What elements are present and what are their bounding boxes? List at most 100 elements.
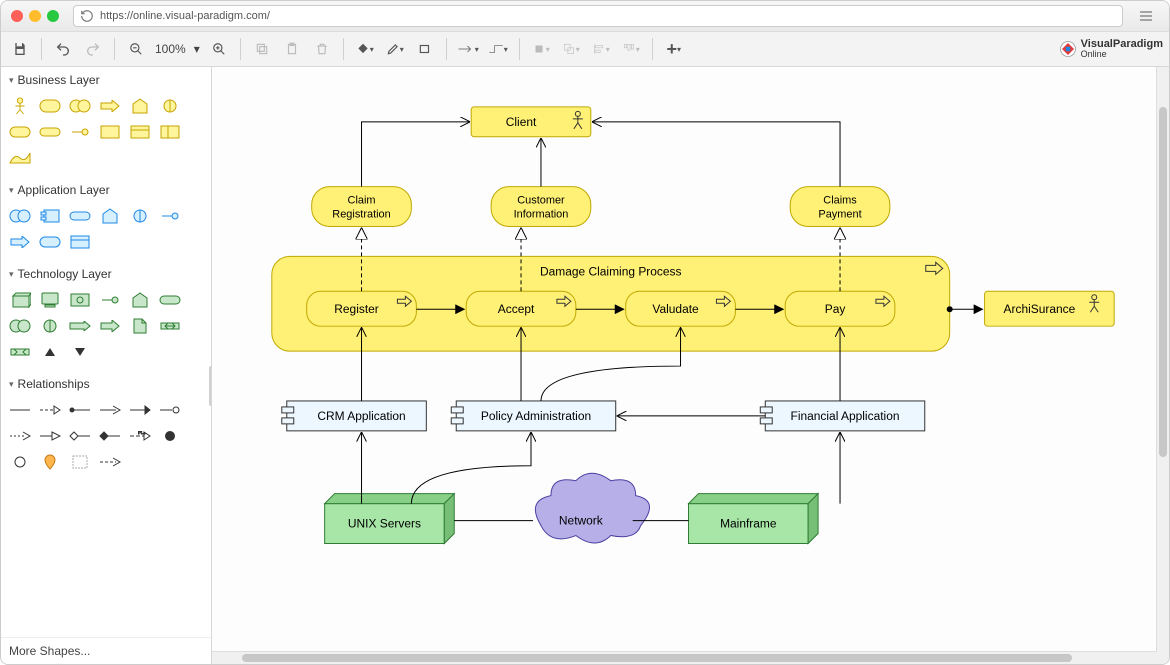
collab-shape[interactable] — [69, 97, 91, 115]
tech-service-shape[interactable] — [159, 291, 181, 309]
tech-collab-shape[interactable] — [9, 317, 31, 335]
distribute-button[interactable]: ▾ — [618, 36, 644, 62]
copy-button[interactable] — [249, 36, 275, 62]
menu-button[interactable] — [1133, 3, 1159, 29]
delete-button[interactable] — [309, 36, 335, 62]
close-window-button[interactable] — [11, 10, 23, 22]
paste-button[interactable] — [279, 36, 305, 62]
zoom-in-button[interactable] — [206, 36, 232, 62]
canvas-vscrollbar[interactable] — [1156, 67, 1169, 652]
rel-assign-shape[interactable] — [69, 401, 91, 419]
rel-flow-shape[interactable] — [9, 427, 31, 445]
tech-function-shape[interactable] — [129, 291, 151, 309]
fill-color-button[interactable]: ▾ — [352, 36, 378, 62]
sys-software-shape[interactable] — [69, 291, 91, 309]
tech-process-shape[interactable] — [69, 317, 91, 335]
pay-node[interactable]: Pay — [785, 291, 895, 326]
comm-shape[interactable] — [9, 343, 31, 361]
app-function-shape[interactable] — [99, 207, 121, 225]
claims-payment-node[interactable]: Claims Payment — [790, 187, 890, 227]
align-button[interactable]: ▾ — [588, 36, 614, 62]
function-shape[interactable] — [129, 97, 151, 115]
node-shape[interactable] — [9, 291, 31, 309]
artifact-shape[interactable] — [129, 317, 151, 335]
app-event-shape[interactable] — [159, 207, 181, 225]
scroll-thumb[interactable] — [242, 654, 1072, 662]
event-shape[interactable] — [69, 123, 91, 141]
app-component-shape[interactable] — [39, 207, 61, 225]
role-shape[interactable] — [39, 97, 61, 115]
financial-app-node[interactable]: Financial Application — [760, 401, 924, 431]
section-relationships[interactable]: ▾Relationships — [1, 371, 211, 397]
crm-application-node[interactable]: CRM Application — [282, 401, 427, 431]
interface-shape[interactable] — [159, 97, 181, 115]
section-application-layer[interactable]: ▾Application Layer — [1, 177, 211, 203]
validate-node[interactable]: Valudate — [626, 291, 736, 326]
minimize-window-button[interactable] — [29, 10, 41, 22]
rel-arrow-shape[interactable] — [99, 453, 121, 471]
line-color-button[interactable]: ▾ — [382, 36, 408, 62]
unix-servers-node[interactable]: UNIX Servers — [325, 494, 455, 544]
archisurance-node[interactable]: ArchiSurance — [985, 291, 1115, 326]
zoom-out-button[interactable] — [123, 36, 149, 62]
product-shape[interactable] — [99, 123, 121, 141]
edge[interactable] — [593, 122, 840, 187]
save-button[interactable] — [7, 36, 33, 62]
zoom-level[interactable]: 100% — [153, 42, 188, 56]
app-collab-shape[interactable] — [9, 207, 31, 225]
app-interface-shape[interactable] — [129, 207, 151, 225]
network-node[interactable]: Network — [535, 473, 649, 543]
rel-assoc-shape[interactable] — [9, 401, 31, 419]
zoom-dropdown[interactable]: ▾ — [192, 42, 202, 56]
rel-aggr-shape[interactable] — [99, 427, 121, 445]
connector-style-button[interactable]: ▾ — [455, 36, 481, 62]
mainframe-node[interactable]: Mainframe — [689, 494, 819, 544]
contract-shape[interactable] — [129, 123, 151, 141]
add-button[interactable]: +▾ — [661, 36, 687, 62]
tri-small-shape[interactable] — [39, 343, 61, 361]
device-shape[interactable] — [39, 291, 61, 309]
section-technology-layer[interactable]: ▾Technology Layer — [1, 261, 211, 287]
accept-node[interactable]: Accept — [466, 291, 576, 326]
rel-spec-shape[interactable] — [39, 427, 61, 445]
rel-used-shape[interactable] — [99, 401, 121, 419]
process-shape[interactable] — [9, 123, 31, 141]
rel-access-shape[interactable] — [159, 401, 181, 419]
app-data-shape[interactable] — [69, 233, 91, 251]
shadow-button[interactable] — [412, 36, 438, 62]
to-back-button[interactable]: ▾ — [558, 36, 584, 62]
app-interaction-shape[interactable] — [39, 233, 61, 251]
waypoint-button[interactable]: ▾ — [485, 36, 511, 62]
edge[interactable] — [411, 433, 531, 504]
customer-information-node[interactable]: Customer Information — [491, 187, 591, 227]
client-node[interactable]: Client — [471, 107, 591, 137]
policy-admin-node[interactable]: Policy Administration — [451, 401, 615, 431]
maximize-window-button[interactable] — [47, 10, 59, 22]
canvas-hscrollbar[interactable] — [212, 651, 1169, 664]
rel-or-shape[interactable] — [9, 453, 31, 471]
service-shape[interactable] — [39, 123, 61, 141]
rel-realize-shape[interactable] — [39, 401, 61, 419]
path-shape[interactable] — [159, 317, 181, 335]
scroll-thumb[interactable] — [1159, 107, 1167, 457]
value-shape[interactable] — [9, 149, 31, 167]
representation-shape[interactable] — [159, 123, 181, 141]
tri-small2-shape[interactable] — [69, 343, 91, 361]
actor-shape[interactable] — [9, 97, 31, 115]
rel-junction-shape[interactable] — [159, 427, 181, 445]
edge[interactable] — [362, 122, 470, 187]
rel-comp-shape[interactable] — [69, 427, 91, 445]
arrow-shape[interactable] — [99, 97, 121, 115]
tech-interface-shape[interactable] — [99, 291, 121, 309]
rel-loc-shape[interactable] — [39, 453, 61, 471]
to-front-button[interactable]: ▾ — [528, 36, 554, 62]
app-service-shape[interactable] — [69, 207, 91, 225]
archimate-diagram[interactable]: Client Claim Registration Customer Infor… — [212, 67, 1169, 664]
canvas[interactable]: Client Claim Registration Customer Infor… — [212, 67, 1169, 664]
app-process-shape[interactable] — [9, 233, 31, 251]
redo-button[interactable] — [80, 36, 106, 62]
tech-half-shape[interactable] — [39, 317, 61, 335]
claim-registration-node[interactable]: Claim Registration — [312, 187, 412, 227]
tech-event-shape[interactable] — [99, 317, 121, 335]
rel-influence-shape[interactable]: R.. — [129, 427, 151, 445]
